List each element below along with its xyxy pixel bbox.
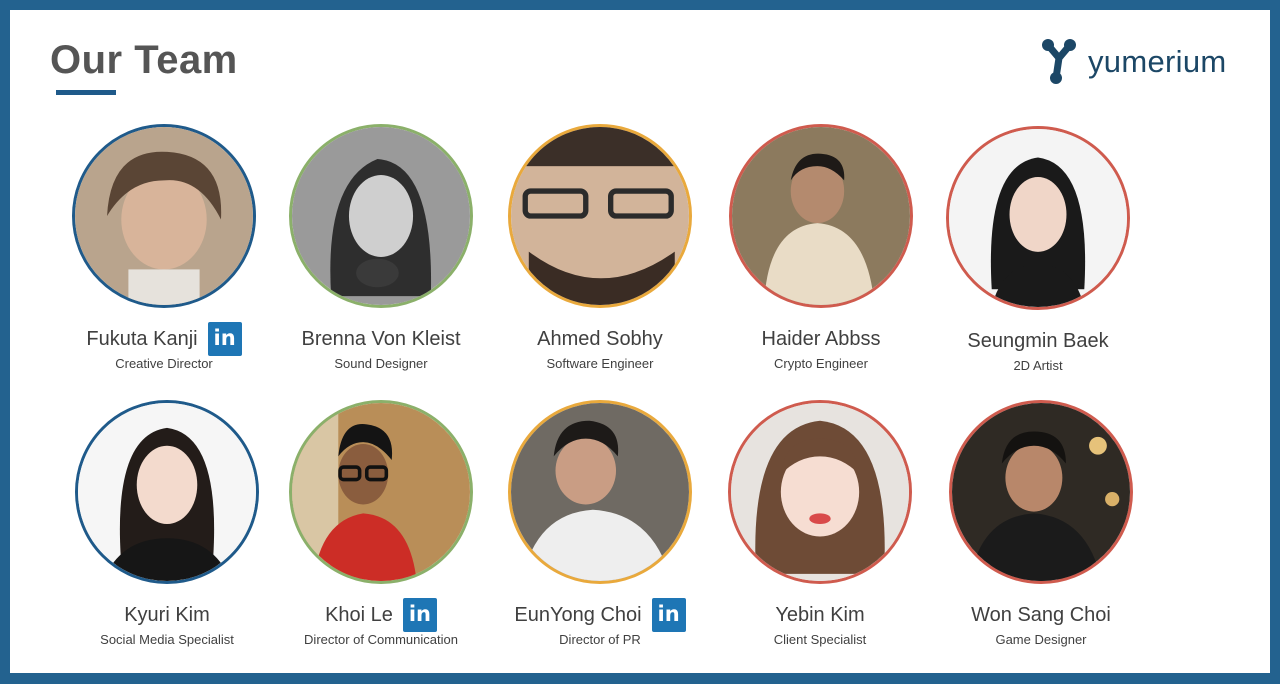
member-role: 2D Artist bbox=[1013, 358, 1063, 373]
person-avatar-icon bbox=[511, 127, 689, 305]
member-name: Haider Abbss bbox=[761, 327, 881, 350]
person-avatar-icon bbox=[732, 127, 910, 305]
team-member-card: Haider Abbss Crypto Engineer bbox=[701, 124, 941, 371]
member-name: Fukuta Kanji bbox=[86, 327, 198, 350]
yumerium-logo: yumerium bbox=[1040, 36, 1240, 96]
member-role: Director of Communication bbox=[304, 632, 458, 647]
linkedin-icon[interactable]: in bbox=[207, 322, 242, 356]
member-photo bbox=[289, 124, 473, 308]
member-role: Client Specialist bbox=[773, 632, 867, 647]
member-name: Won Sang Choi bbox=[971, 603, 1111, 626]
person-avatar-icon bbox=[731, 403, 909, 581]
logo-text: yumerium bbox=[1088, 44, 1227, 79]
member-name: Khoi Le bbox=[325, 603, 393, 626]
member-photo bbox=[508, 400, 692, 584]
member-role: Crypto Engineer bbox=[774, 356, 868, 371]
member-name: Brenna Von Kleist bbox=[301, 327, 461, 350]
team-member-card: Fukuta Kanji in Creative Director bbox=[44, 124, 284, 371]
person-avatar-icon bbox=[511, 403, 689, 581]
member-photo bbox=[75, 400, 259, 584]
yumerium-logo-icon bbox=[1042, 39, 1076, 84]
title-underline bbox=[56, 90, 116, 95]
member-name: Kyuri Kim bbox=[124, 603, 210, 626]
member-photo bbox=[728, 400, 912, 584]
team-member-card: Ahmed Sobhy Software Engineer bbox=[480, 124, 720, 371]
member-name: EunYong Choi bbox=[514, 603, 642, 626]
person-avatar-icon bbox=[952, 403, 1130, 581]
member-name: Ahmed Sobhy bbox=[537, 327, 663, 350]
person-avatar-icon bbox=[949, 129, 1127, 307]
member-photo bbox=[949, 400, 1133, 584]
member-photo bbox=[289, 400, 473, 584]
member-role: Software Engineer bbox=[546, 356, 654, 371]
team-member-card: EunYong Choi in Director of PR bbox=[480, 400, 720, 647]
team-slide: Our Team yumerium Fukuta Kanji in Creati… bbox=[10, 10, 1270, 673]
member-name: Seungmin Baek bbox=[967, 329, 1109, 352]
team-member-card: Won Sang Choi Game Designer bbox=[921, 400, 1161, 647]
member-role: Creative Director bbox=[115, 356, 213, 371]
member-photo bbox=[508, 124, 692, 308]
member-role: Sound Designer bbox=[334, 356, 428, 371]
team-member-card: Yebin Kim Client Specialist bbox=[700, 400, 940, 647]
member-role: Game Designer bbox=[995, 632, 1087, 647]
member-role: Social Media Specialist bbox=[100, 632, 234, 647]
team-member-card: Brenna Von Kleist Sound Designer bbox=[261, 124, 501, 371]
member-photo bbox=[946, 126, 1130, 310]
person-avatar-icon bbox=[292, 127, 470, 305]
person-avatar-icon bbox=[292, 403, 470, 581]
team-member-card: Kyuri Kim Social Media Specialist bbox=[47, 400, 287, 647]
page-title: Our Team bbox=[50, 38, 238, 82]
person-avatar-icon bbox=[75, 127, 253, 305]
member-role: Director of PR bbox=[559, 632, 641, 647]
team-member-card: Khoi Le in Director of Communication bbox=[261, 400, 501, 647]
member-name: Yebin Kim bbox=[775, 603, 865, 626]
linkedin-icon[interactable]: in bbox=[402, 598, 437, 632]
person-avatar-icon bbox=[78, 403, 256, 581]
member-photo bbox=[729, 124, 913, 308]
linkedin-icon[interactable]: in bbox=[651, 598, 686, 632]
team-member-card: Seungmin Baek 2D Artist bbox=[918, 126, 1158, 373]
member-photo bbox=[72, 124, 256, 308]
